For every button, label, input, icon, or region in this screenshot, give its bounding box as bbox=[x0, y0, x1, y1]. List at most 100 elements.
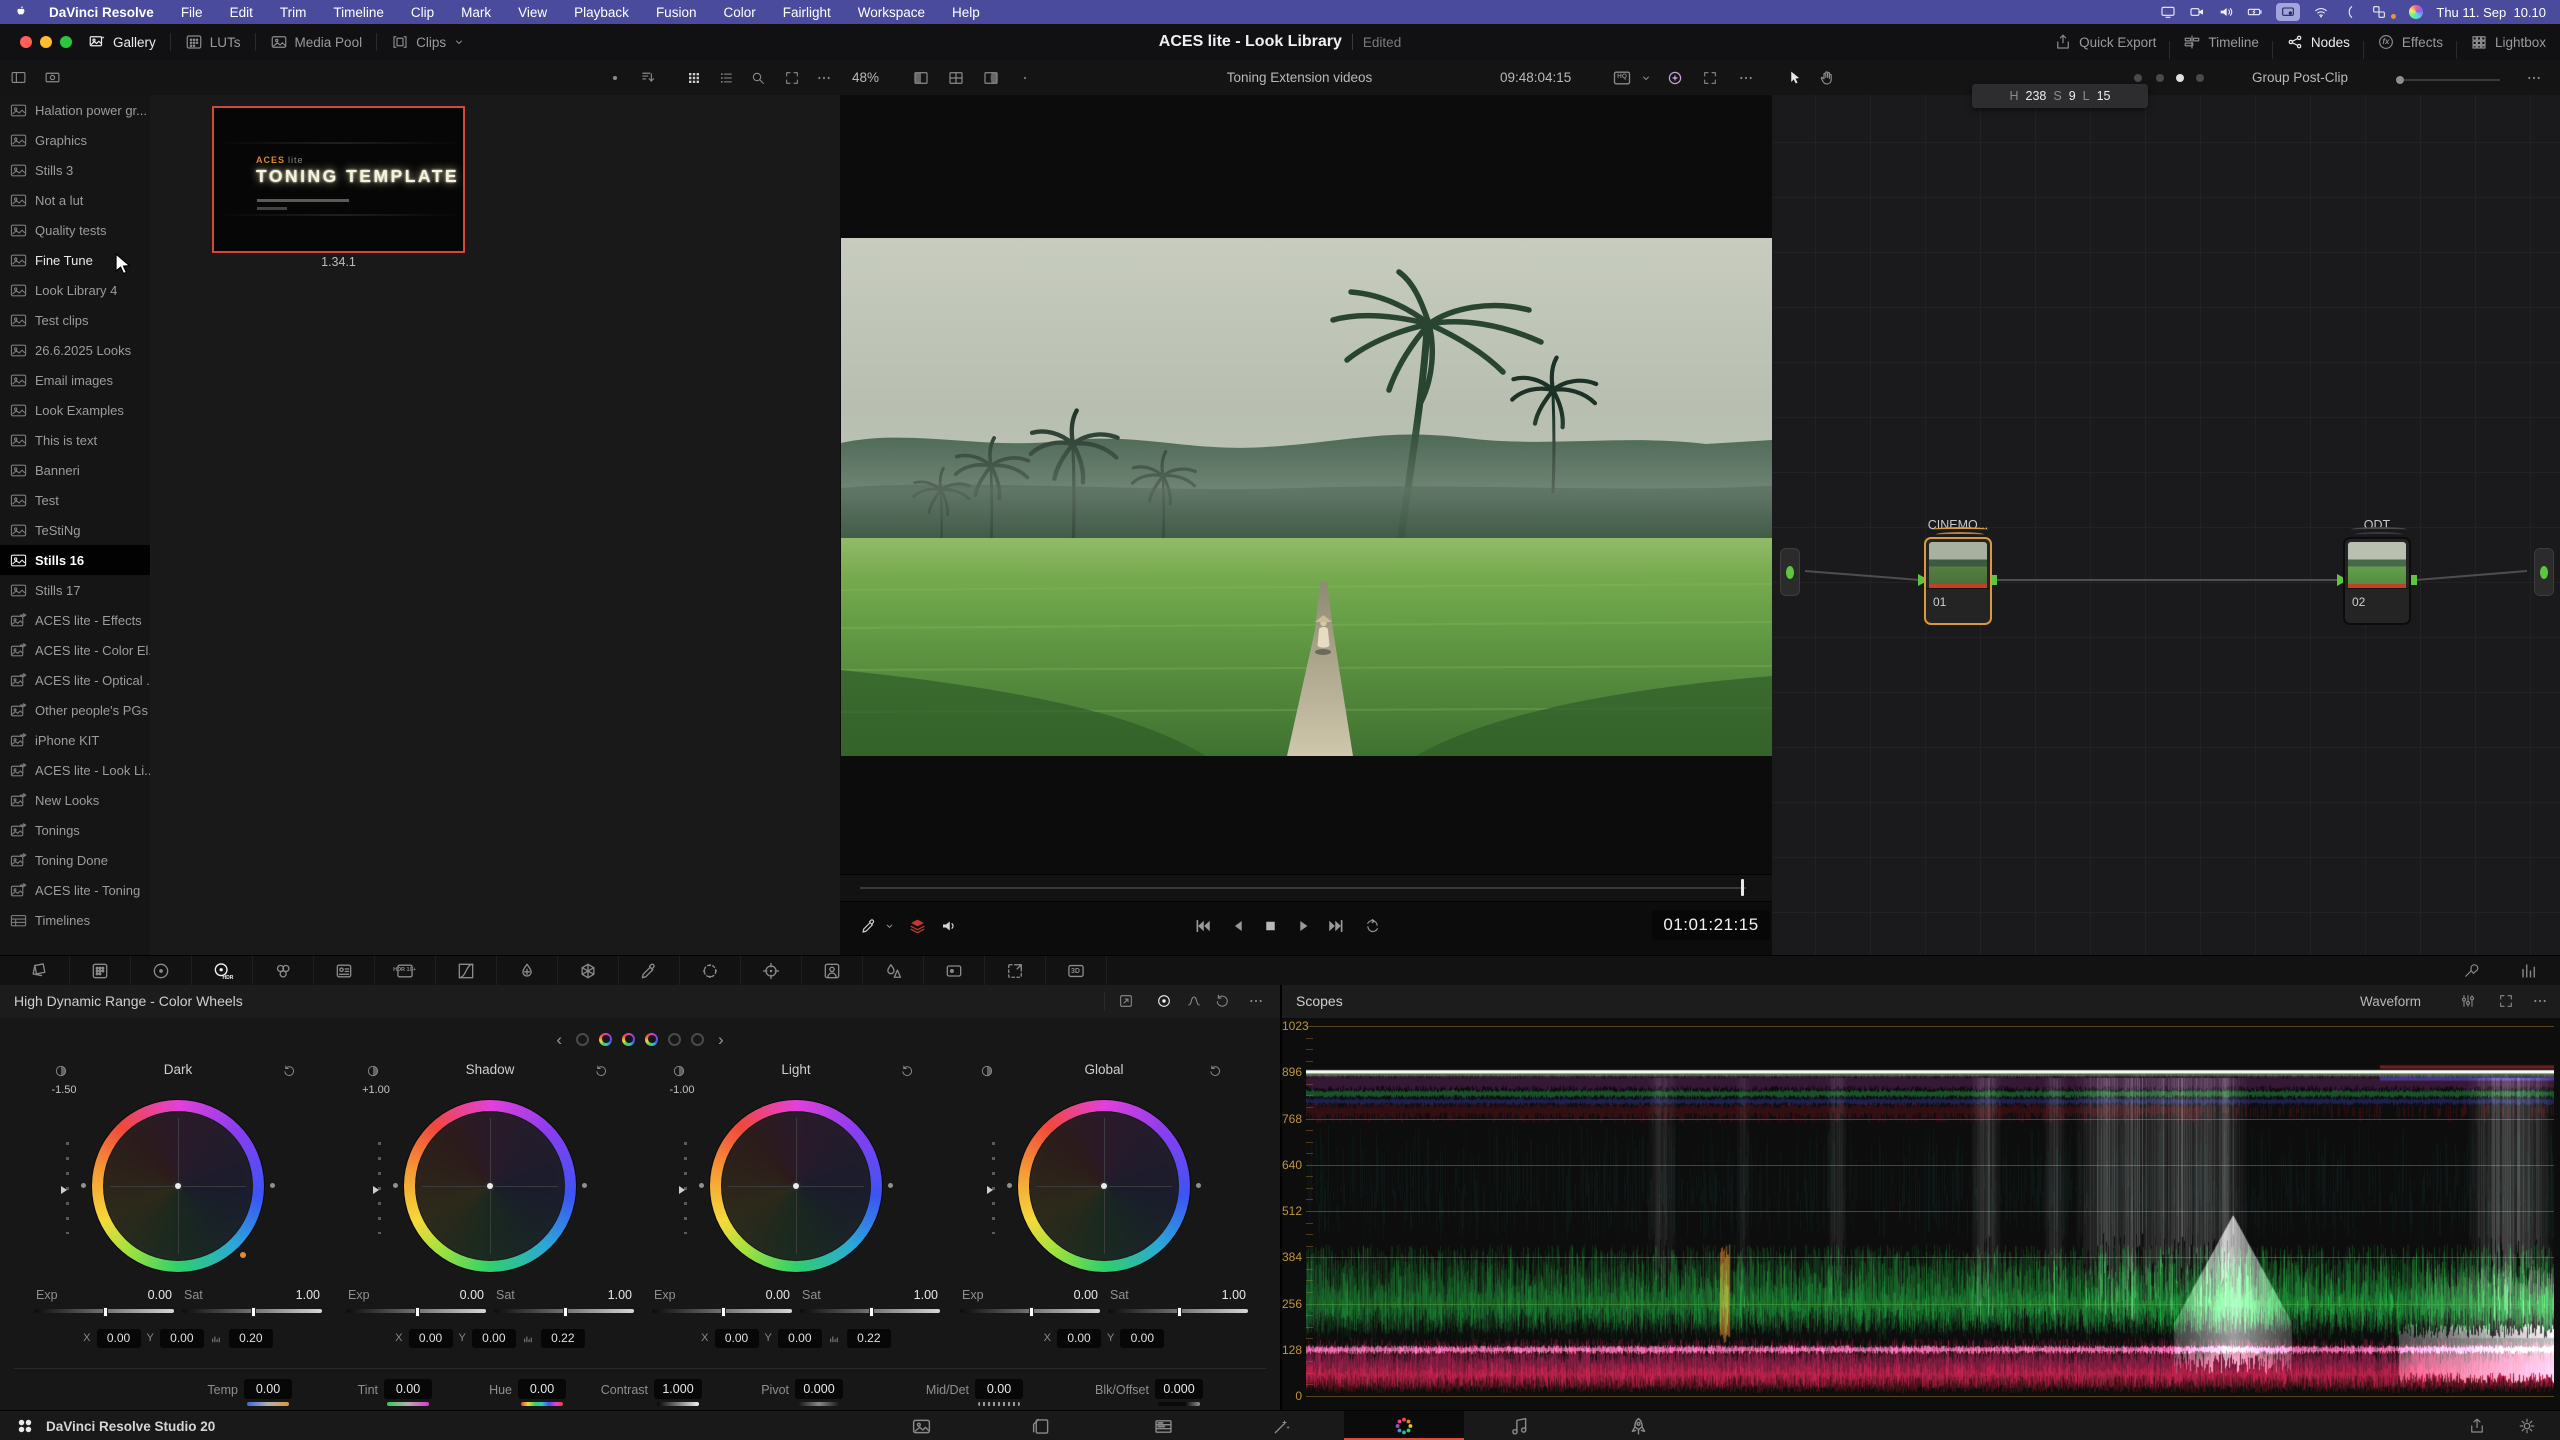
eyedropper-icon[interactable] bbox=[860, 917, 878, 935]
wheel-master-slider[interactable] bbox=[378, 1142, 381, 1234]
sidebar-item-email-images[interactable]: Email images bbox=[0, 365, 150, 395]
stop-icon[interactable] bbox=[1262, 917, 1279, 934]
sub-toolbar-slot[interactable] bbox=[640, 60, 657, 95]
skip-start-icon[interactable] bbox=[1194, 917, 1212, 935]
pager-dot-4[interactable] bbox=[645, 1033, 658, 1046]
reset-icon[interactable] bbox=[1214, 993, 1230, 1009]
pager-next[interactable]: › bbox=[714, 1031, 728, 1048]
sidebar-item-halation-power-gr-[interactable]: Halation power gr... bbox=[0, 95, 150, 125]
node-tree-output[interactable] bbox=[2534, 548, 2554, 596]
grid-view-icon[interactable] bbox=[686, 70, 702, 86]
pager-dot-5[interactable] bbox=[668, 1033, 681, 1046]
timeline-selector[interactable]: Toning Extension videos bbox=[1152, 60, 1452, 95]
sidebar-item-stills-17[interactable]: Stills 17 bbox=[0, 575, 150, 605]
sat-slider[interactable] bbox=[1108, 1309, 1248, 1313]
bracket-icon[interactable] bbox=[2342, 4, 2358, 20]
pager-dot-3[interactable] bbox=[622, 1033, 635, 1046]
toolbar-button-lightbox[interactable]: Lightbox bbox=[2470, 24, 2546, 60]
falloff-value[interactable]: 0.20 bbox=[229, 1329, 273, 1348]
node-page-dot[interactable] bbox=[2176, 74, 2184, 82]
wheel-center-handle[interactable] bbox=[793, 1183, 799, 1189]
apple-icon[interactable] bbox=[14, 5, 29, 20]
falloff-value[interactable]: 0.22 bbox=[541, 1329, 585, 1348]
sat-slider[interactable] bbox=[182, 1309, 322, 1313]
reset-icon[interactable] bbox=[1208, 1064, 1222, 1078]
filter-dot-icon[interactable] bbox=[608, 71, 622, 85]
tool-hdr10-plus[interactable]: HDR 10+ bbox=[374, 956, 436, 986]
page-cut[interactable] bbox=[981, 1411, 1101, 1440]
tool-stereo-3d[interactable]: 3D bbox=[1045, 956, 1107, 986]
menu-item-davinci-resolve[interactable]: DaVinci Resolve bbox=[49, 5, 154, 20]
exp-value[interactable]: 0.00 bbox=[148, 1288, 172, 1302]
menu-item-color[interactable]: Color bbox=[723, 5, 755, 20]
node-page-dot[interactable] bbox=[2196, 74, 2204, 82]
reset-icon[interactable] bbox=[900, 1064, 914, 1078]
wheel-center-handle[interactable] bbox=[1101, 1183, 1107, 1189]
node-zoom-slider-knob[interactable] bbox=[2396, 76, 2404, 84]
more-icon[interactable] bbox=[816, 70, 832, 86]
x-value[interactable]: 0.00 bbox=[97, 1329, 141, 1348]
wipe-grid-icon[interactable] bbox=[947, 69, 965, 87]
sub-toolbar-slot[interactable] bbox=[947, 60, 965, 95]
node-1-cinemo[interactable]: 01 bbox=[1924, 537, 1992, 625]
curve-mini-icon[interactable] bbox=[1186, 993, 1202, 1009]
sidebar-item-aces-lite-effects[interactable]: ACES lite - Effects bbox=[0, 605, 150, 635]
wheel-master-slider[interactable] bbox=[684, 1142, 687, 1234]
reset-icon[interactable] bbox=[594, 1064, 608, 1078]
sidebar-item-stills-16[interactable]: Stills 16 bbox=[0, 545, 150, 575]
sidebar-item-aces-lite-optical-[interactable]: ACES lite - Optical ... bbox=[0, 665, 150, 695]
sub-toolbar-slot[interactable] bbox=[686, 60, 702, 95]
fast-user-switch-icon[interactable] bbox=[2371, 4, 2387, 20]
video-camera-icon[interactable] bbox=[2189, 4, 2205, 20]
sidebar-item-toning-done[interactable]: Toning Done bbox=[0, 845, 150, 875]
screen-mirroring-icon[interactable] bbox=[2280, 4, 2296, 20]
sidebar-item-aces-lite-color-el-[interactable]: ACES lite - Color El... bbox=[0, 635, 150, 665]
page-color[interactable] bbox=[1344, 1411, 1464, 1440]
tool-key[interactable] bbox=[923, 956, 985, 986]
node-zoom-slider-track[interactable] bbox=[2404, 79, 2500, 81]
sub-toolbar-slot[interactable] bbox=[608, 60, 622, 95]
x-value[interactable]: 0.00 bbox=[1057, 1329, 1101, 1348]
sidebar-item-aces-lite-toning[interactable]: ACES lite - Toning bbox=[0, 875, 150, 905]
hq-icon[interactable]: HQ bbox=[1612, 68, 1632, 88]
menu-item-help[interactable]: Help bbox=[952, 5, 980, 20]
sat-value[interactable]: 1.00 bbox=[914, 1288, 938, 1302]
sliders-icon[interactable] bbox=[2460, 993, 2476, 1009]
pointer-icon[interactable] bbox=[1786, 69, 1804, 87]
box-arrow-icon[interactable] bbox=[1118, 993, 1134, 1009]
sidebar-item-banneri[interactable]: Banneri bbox=[0, 455, 150, 485]
toolbar-button-luts[interactable]: LUTs bbox=[185, 24, 241, 60]
sidebar-item-testing[interactable]: TeStiNg bbox=[0, 515, 150, 545]
mini-dot-icon[interactable] bbox=[1020, 73, 1030, 83]
fullscreen-icon[interactable] bbox=[784, 70, 800, 86]
viewer-timecode-control[interactable]: 09:48:04:15 bbox=[1500, 60, 1576, 95]
tool-camera-raw[interactable] bbox=[8, 956, 70, 986]
sub-toolbar-slot[interactable] bbox=[2526, 60, 2542, 95]
play-icon[interactable] bbox=[1295, 917, 1312, 934]
tool-color-warper[interactable] bbox=[496, 956, 558, 986]
sidebar-item-look-examples[interactable]: Look Examples bbox=[0, 395, 150, 425]
sub-toolbar-slot[interactable] bbox=[44, 60, 61, 95]
color-wheel[interactable] bbox=[92, 1100, 264, 1272]
chevron-down-icon[interactable] bbox=[1640, 72, 1652, 84]
menu-item-playback[interactable]: Playback bbox=[574, 5, 629, 20]
menu-item-mark[interactable]: Mark bbox=[461, 5, 491, 20]
zoom-window-button[interactable] bbox=[60, 36, 72, 48]
exp-slider[interactable] bbox=[34, 1309, 174, 1313]
sidebar-item-new-looks[interactable]: New Looks bbox=[0, 785, 150, 815]
sub-toolbar-slot[interactable] bbox=[750, 60, 766, 95]
sidebar-item-aces-lite-look-li-[interactable]: ACES lite - Look Li... bbox=[0, 755, 150, 785]
toolbar-button-effects[interactable]: fxEffects bbox=[2377, 24, 2443, 60]
volume-icon[interactable] bbox=[2218, 4, 2234, 20]
node-page-dot[interactable] bbox=[2156, 74, 2164, 82]
y-value[interactable]: 0.00 bbox=[472, 1329, 516, 1348]
pager-prev[interactable]: ‹ bbox=[552, 1031, 566, 1048]
sub-toolbar-slot[interactable]: HQ bbox=[1612, 60, 1632, 95]
footer-value-middet[interactable]: 0.00 bbox=[975, 1379, 1023, 1399]
screen-mirroring-chip[interactable] bbox=[2276, 3, 2300, 21]
share-icon[interactable] bbox=[2468, 1417, 2486, 1435]
chevron-down-icon[interactable] bbox=[884, 920, 895, 931]
sub-toolbar-slot[interactable] bbox=[1640, 60, 1652, 95]
speaker-icon[interactable] bbox=[940, 917, 958, 935]
sat-slider[interactable] bbox=[494, 1309, 634, 1313]
